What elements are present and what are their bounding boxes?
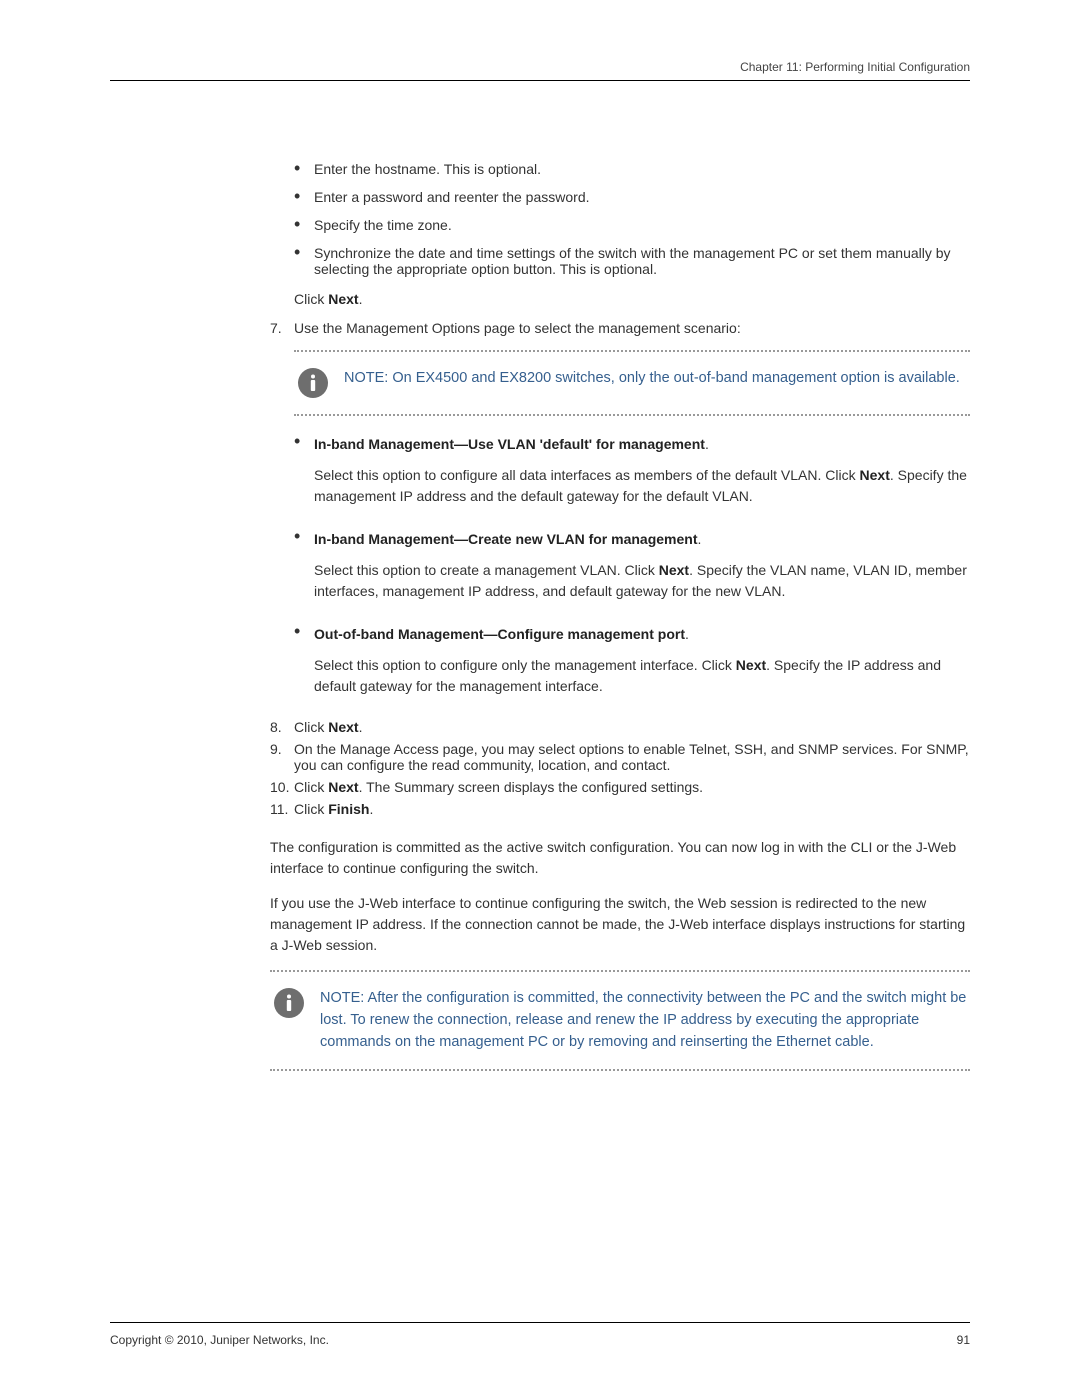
option-desc: Select this option to configure only the…: [314, 655, 970, 697]
body-paragraph: The configuration is committed as the ac…: [270, 837, 970, 879]
note-text: NOTE: After the configuration is committ…: [320, 988, 970, 1053]
step-text: On the Manage Access page, you may selec…: [294, 741, 970, 773]
click-next-text: Click Next.: [294, 289, 970, 310]
bullet-icon: •: [294, 161, 314, 177]
step-number: 7.: [270, 320, 294, 336]
page: Chapter 11: Performing Initial Configura…: [0, 0, 1080, 1397]
step-text: Use the Management Options page to selec…: [294, 320, 970, 336]
bullet-icon: •: [294, 434, 314, 517]
step-7: 7. Use the Management Options page to se…: [270, 320, 970, 336]
option-title: In-band Management—Create new VLAN for m…: [314, 529, 970, 550]
step-8: 8. Click Next.: [270, 719, 970, 735]
option-desc: Select this option to configure all data…: [314, 465, 970, 507]
step-9: 9. On the Manage Access page, you may se…: [270, 741, 970, 773]
note-text: NOTE: On EX4500 and EX8200 switches, onl…: [344, 368, 960, 390]
list-item: • Synchronize the date and time settings…: [294, 245, 970, 277]
bullet-icon: •: [294, 189, 314, 205]
list-item: • Enter the hostname. This is optional.: [294, 161, 970, 177]
step-text: Click Next.: [294, 719, 970, 735]
bullet-icon: •: [294, 245, 314, 277]
page-content: • Enter the hostname. This is optional. …: [270, 161, 970, 1071]
step-text: Click Next. The Summary screen displays …: [294, 779, 970, 795]
step-number: 10.: [270, 779, 294, 795]
step-text: Click Finish.: [294, 801, 970, 817]
step-number: 8.: [270, 719, 294, 735]
list-item: • Out-of-band Management—Configure manag…: [294, 624, 970, 707]
list-text: Enter the hostname. This is optional.: [314, 161, 970, 177]
note-box: NOTE: On EX4500 and EX8200 switches, onl…: [294, 350, 970, 416]
list-item: • In-band Management—Use VLAN 'default' …: [294, 434, 970, 517]
option-title: Out-of-band Management—Configure managem…: [314, 624, 970, 645]
option-desc: Select this option to create a managemen…: [314, 560, 970, 602]
option-title: In-band Management—Use VLAN 'default' fo…: [314, 434, 970, 455]
list-item: • In-band Management—Create new VLAN for…: [294, 529, 970, 612]
list-text: Specify the time zone.: [314, 217, 970, 233]
list-text: Enter a password and reenter the passwor…: [314, 189, 970, 205]
page-footer: Copyright © 2010, Juniper Networks, Inc.…: [110, 1322, 970, 1347]
bullet-icon: •: [294, 529, 314, 612]
page-number: 91: [957, 1333, 970, 1347]
bullet-icon: •: [294, 217, 314, 233]
step-10: 10. Click Next. The Summary screen displ…: [270, 779, 970, 795]
step-11: 11. Click Finish.: [270, 801, 970, 817]
step-number: 11.: [270, 801, 294, 817]
step-number: 9.: [270, 741, 294, 773]
list-item: • Enter a password and reenter the passw…: [294, 189, 970, 205]
info-icon: [274, 988, 304, 1018]
info-icon: [298, 368, 328, 398]
chapter-header: Chapter 11: Performing Initial Configura…: [110, 60, 970, 81]
bullet-icon: •: [294, 624, 314, 707]
note-box: NOTE: After the configuration is committ…: [270, 970, 970, 1071]
list-text: Synchronize the date and time settings o…: [314, 245, 970, 277]
copyright-text: Copyright © 2010, Juniper Networks, Inc.: [110, 1333, 329, 1347]
list-item: • Specify the time zone.: [294, 217, 970, 233]
body-paragraph: If you use the J-Web interface to contin…: [270, 893, 970, 956]
